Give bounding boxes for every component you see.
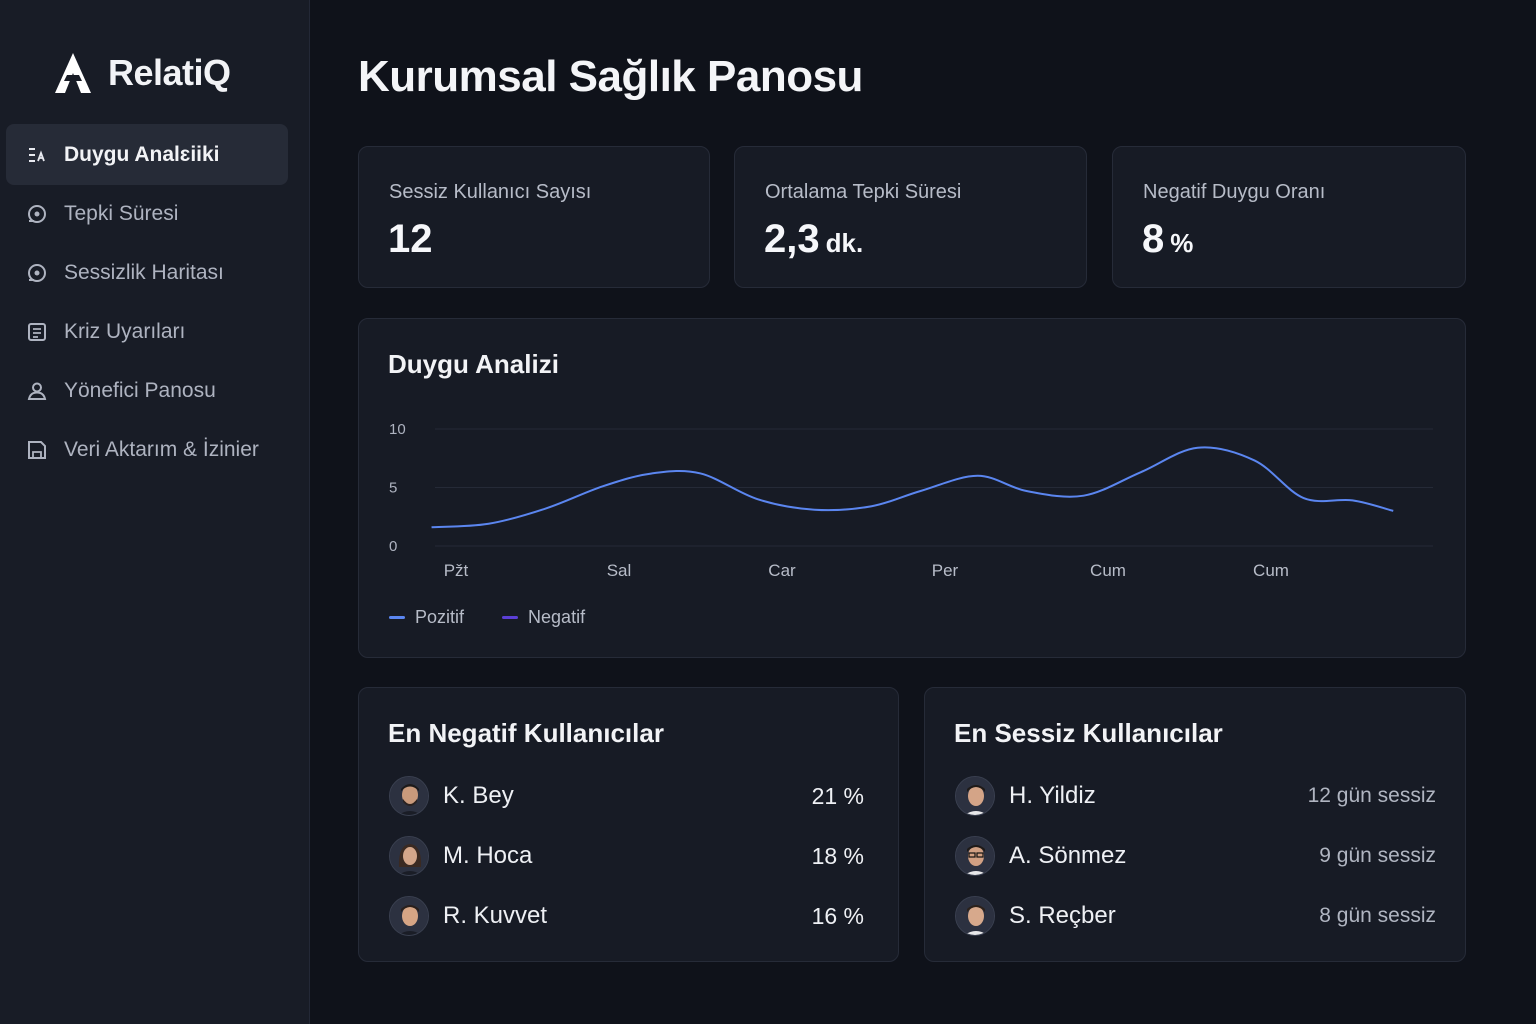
list-item[interactable]: A. Sönmez 9 gün sessiz [955, 836, 1436, 876]
gauge-icon [26, 262, 48, 284]
silent-users-card: En Sessiz Kullanıcılar H. Yildiz 12 gün … [924, 687, 1466, 962]
avatar [955, 896, 995, 936]
user-name: S. Reçber [1009, 902, 1116, 929]
kpi-card-silent-users: Sessiz Kullanıcı Sayısı 12 [358, 146, 710, 288]
negative-users-card: En Negatif Kullanıcılar K. Bey 21 % M. H… [358, 687, 899, 962]
legend-swatch [389, 616, 405, 619]
x-tick-label: Car [768, 561, 796, 580]
kpi-unit: % [1170, 228, 1194, 258]
card-title: En Negatif Kullanıcılar [388, 718, 664, 748]
list-item[interactable]: M. Hoca 18 % [389, 836, 864, 876]
kpi-label: Sessiz Kullanıcı Sayısı [389, 181, 592, 203]
app-root: RelatiQ Duygu Analɛiiki Tepki Süresi Ses… [0, 0, 1536, 1024]
avatar [389, 776, 429, 816]
user-name: R. Kuvvet [443, 902, 548, 929]
user-name: H. Yildiz [1009, 782, 1096, 809]
list-item[interactable]: H. Yildiz 12 gün sessiz [955, 776, 1436, 816]
x-tick-label: Cum [1090, 561, 1126, 580]
sidebar-item-yonetici-panosu[interactable]: Yönefici Panosu [6, 360, 288, 421]
chart-legend: Pozitif Negatif [389, 607, 585, 628]
user-name: A. Sönmez [1009, 842, 1127, 869]
page-title: Kurumsal Sağlık Panosu [358, 52, 863, 101]
sidebar-item-label: Veri Aktarım & İzinier [64, 437, 259, 461]
sentiment-chart-card: Duygu Analizi 0 5 10 Pžt Sal Car Per Cum Cum Poz… [358, 318, 1466, 658]
list-item[interactable]: R. Kuvvet 16 % [389, 896, 864, 936]
user-icon [26, 380, 48, 402]
x-tick-label: Per [932, 561, 959, 580]
user-name: M. Hoca [443, 842, 533, 869]
sidebar-item-label: Tepki Süresi [64, 201, 179, 225]
gauge-icon [26, 203, 48, 225]
kpi-number: 12 [388, 217, 433, 261]
x-tick-label: Pžt [444, 561, 469, 580]
sidebar-item-label: Duygu Analɛiiki [64, 142, 220, 166]
sidebar-item-label: Kriz Uyarıları [64, 319, 186, 343]
user-value: 18 % [811, 842, 864, 869]
y-tick-label: 5 [389, 480, 397, 497]
legend-item-positive[interactable]: Pozitif [389, 607, 464, 628]
legend-label: Negatif [528, 607, 586, 627]
kpi-unit: dk. [825, 228, 864, 258]
kpi-card-negative-rate: Negatif Duygu Oranı 8% [1112, 146, 1466, 288]
legend-label: Pozitif [415, 607, 465, 627]
kpi-label: Ortalama Tepki Süresi [765, 181, 962, 203]
list-item[interactable]: K. Bey 21 % [389, 776, 864, 816]
folder-icon [26, 439, 48, 461]
kpi-label: Negatif Duygu Oranı [1143, 181, 1326, 203]
legend-item-negative[interactable]: Negatif [502, 607, 585, 628]
y-tick-label: 10 [389, 421, 406, 438]
kpi-value: 12 [388, 217, 439, 262]
y-tick-label: 0 [389, 538, 397, 555]
sidebar-item-tepki-suresi[interactable]: Tepki Süresi [6, 183, 288, 244]
avatar [389, 836, 429, 876]
kpi-value: 2,3 dk. [764, 217, 863, 262]
sidebar-item-label: Sessizlik Haritası [64, 260, 224, 284]
user-value: 21 % [811, 782, 864, 809]
x-tick-label: Cum [1253, 561, 1289, 580]
kpi-number: 8 [1142, 217, 1165, 261]
list-item[interactable]: S. Reçber 8 gün sessiz [955, 896, 1436, 936]
sidebar-item-sessizlik-haritasi[interactable]: Sessizlik Haritası [6, 242, 288, 303]
user-value: 8 gün sessiz [1319, 904, 1436, 927]
brand-name: RelatiQ [108, 52, 231, 93]
card-title: En Sessiz Kullanıcılar [954, 718, 1223, 748]
sidebar-nav: Duygu Analɛiiki Tepki Süresi Sessizlik H… [6, 124, 288, 478]
avatar [389, 896, 429, 936]
kpi-card-response-time: Ortalama Tepki Süresi 2,3 dk. [734, 146, 1087, 288]
list-icon [26, 321, 48, 343]
sidebar-item-duygu-analizi[interactable]: Duygu Analɛiiki [6, 124, 288, 185]
user-value: 16 % [811, 902, 864, 929]
brand[interactable]: RelatiQ [52, 48, 231, 98]
kpi-number: 2,3 [764, 217, 820, 261]
sidebar-item-label: Yönefici Panosu [64, 378, 216, 402]
sidebar-item-kriz-uyarilari[interactable]: Kriz Uyarıları [6, 301, 288, 362]
user-value: 9 gün sessiz [1319, 844, 1436, 867]
avatar [955, 776, 995, 816]
avatar [955, 836, 995, 876]
chart-icon [26, 144, 48, 166]
sidebar-item-veri-aktarim[interactable]: Veri Aktarım & İzinier [6, 419, 288, 480]
user-name: K. Bey [443, 782, 514, 809]
x-tick-label: Sal [607, 561, 632, 580]
sidebar: RelatiQ Duygu Analɛiiki Tepki Süresi Ses… [0, 0, 310, 1024]
logo-icon [55, 53, 91, 93]
legend-swatch [502, 616, 519, 619]
kpi-value: 8% [1142, 217, 1193, 262]
user-value: 12 gün sessiz [1307, 784, 1436, 807]
